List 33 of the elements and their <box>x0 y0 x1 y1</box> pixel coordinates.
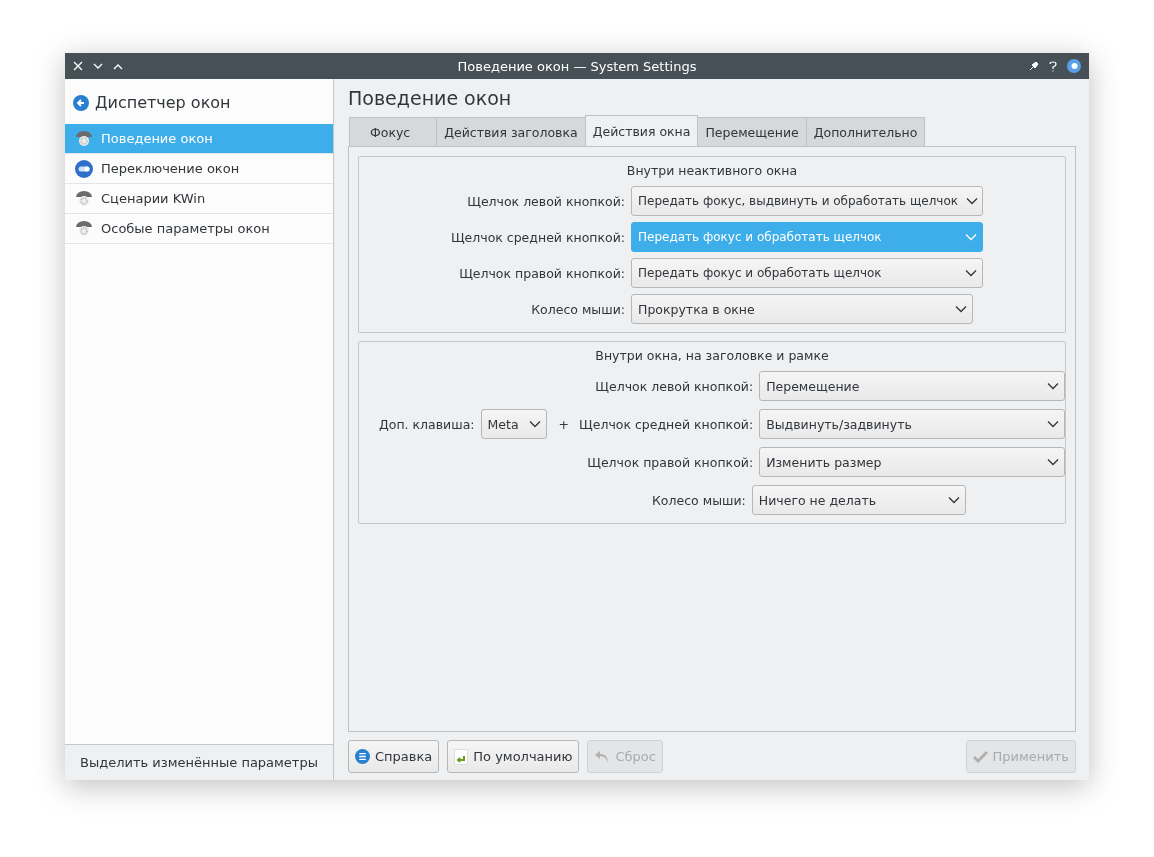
group-title: Внутри окна, на заголовке и рамке <box>594 348 830 363</box>
plus-sign: + <box>558 416 570 432</box>
sidebar-item[interactable]: Переключение окон <box>65 154 333 184</box>
highlight-changed-button[interactable]: Выделить изменённые параметры <box>65 744 333 780</box>
page-title: Поведение окон <box>348 87 513 109</box>
tab[interactable]: Действия заголовка <box>436 117 586 146</box>
dropdown[interactable]: Изменить размер <box>759 447 1066 477</box>
dropdown[interactable]: Перемещение <box>759 371 1066 401</box>
field-label: Колесо мыши: <box>652 492 746 508</box>
field-label: Щелчок левой кнопкой: <box>594 378 754 394</box>
dropdown[interactable]: Выдвинуть/задвинуть <box>759 409 1066 439</box>
tab[interactable]: Фокус <box>349 117 438 146</box>
group-title: Внутри неактивного окна <box>625 163 799 178</box>
field-label: Щелчок средней кнопкой: <box>579 416 754 432</box>
dropdown[interactable]: Meta <box>480 409 547 439</box>
field-label: Доп. клавиша: <box>379 416 475 432</box>
field-label: Щелчок правой кнопкой: <box>458 265 625 281</box>
field-label: Щелчок правой кнопкой: <box>586 454 754 470</box>
dropdown[interactable]: Ничего не делать <box>751 485 966 515</box>
tab[interactable]: Дополнительно <box>805 117 926 146</box>
window-title: Поведение окон — System Settings <box>457 58 697 74</box>
field-label: Щелчок левой кнопкой: <box>466 193 625 209</box>
dropdown[interactable]: Прокрутка в окне <box>631 294 973 324</box>
field-label: Колесо мыши: <box>530 301 625 317</box>
help-button[interactable]: Справка <box>348 740 440 773</box>
sidebar-title: Диспетчер окон <box>95 93 231 112</box>
defaults-button[interactable]: По умолчанию <box>447 740 580 773</box>
dropdown[interactable]: Передать фокус и обработать щелчок <box>631 258 983 288</box>
field-label: Щелчок средней кнопкой: <box>449 229 625 245</box>
tab[interactable]: Перемещение <box>697 117 807 146</box>
sidebar-item[interactable]: Сценарии KWin <box>65 184 333 214</box>
sidebar-item[interactable]: Особые параметры окон <box>65 214 333 244</box>
dropdown[interactable]: Передать фокус, выдвинуть и обработать щелчок <box>631 186 983 216</box>
